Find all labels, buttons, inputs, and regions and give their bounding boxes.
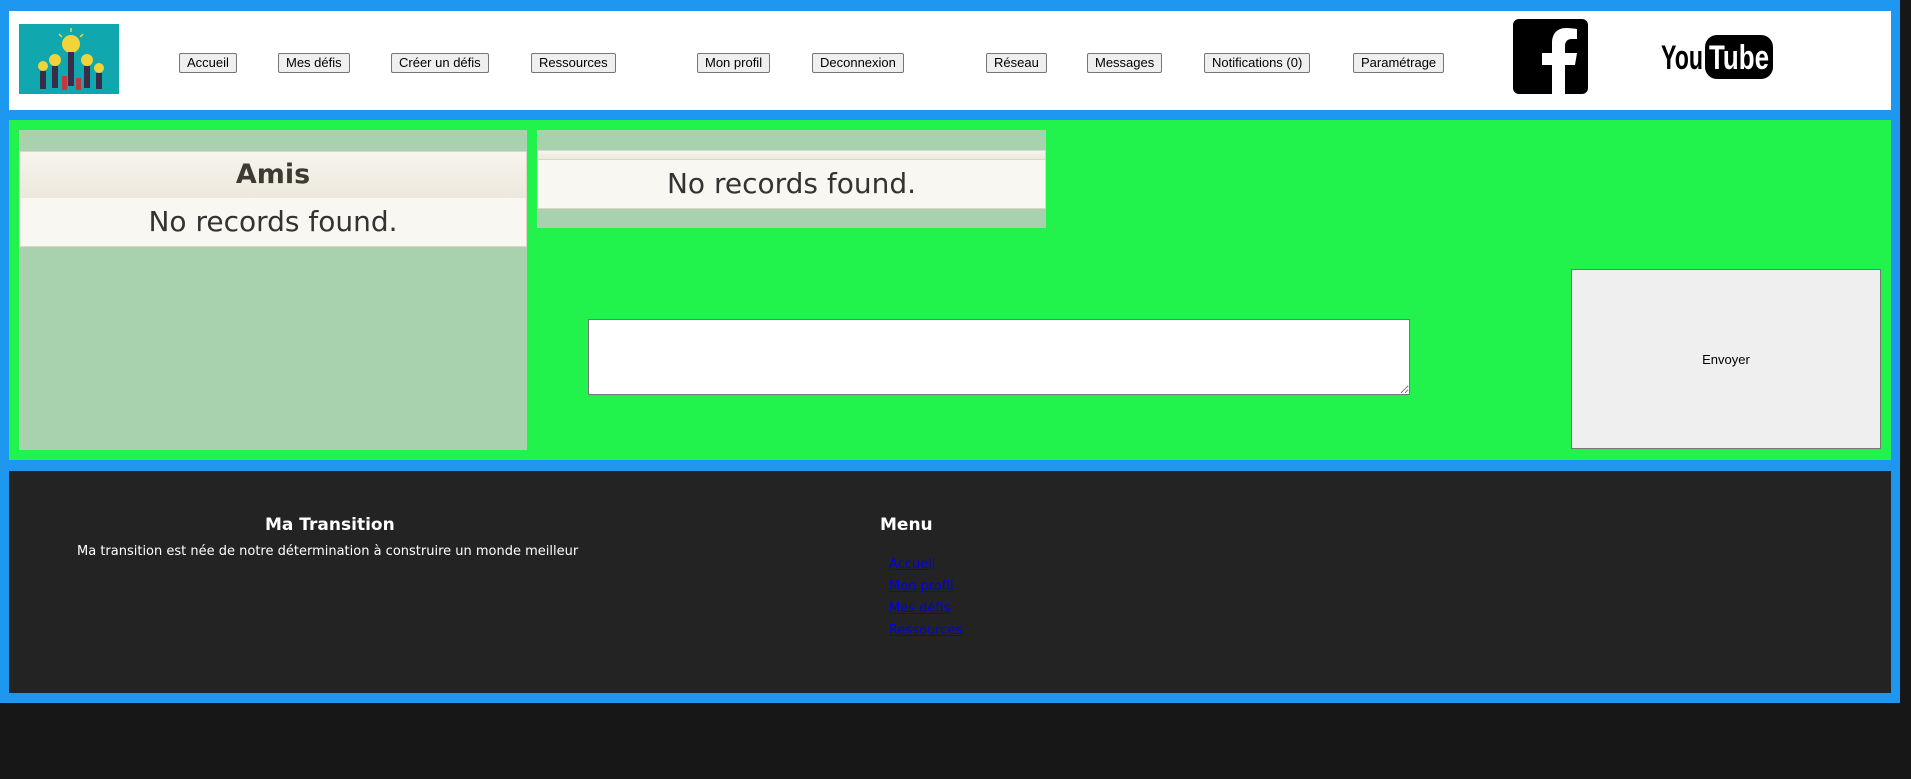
nav-parametrage-button[interactable]: Paramétrage [1353, 53, 1445, 73]
nav-mon-profil-button[interactable]: Mon profil [697, 53, 771, 73]
messages-header [537, 150, 1046, 159]
nav-accueil-button[interactable]: Accueil [179, 53, 237, 73]
friends-title: Amis [19, 151, 527, 199]
list-item: Mes défis [889, 599, 962, 621]
svg-text:Tube: Tube [1709, 39, 1769, 77]
message-input[interactable] [588, 319, 1410, 395]
footer-about-text: Ma transition est née de notre détermina… [77, 544, 579, 559]
page-frame: Accueil Mes défis Créer un défis Ressour… [0, 0, 1900, 703]
friends-panel: Amis No records found. [19, 130, 527, 450]
messages-empty-message: No records found. [537, 159, 1046, 209]
footer-link-accueil[interactable]: Accueil [889, 557, 935, 572]
list-item: Ressources [889, 621, 962, 643]
messages-panel: No records found. [537, 130, 1046, 228]
nav-messages-button[interactable]: Messages [1087, 53, 1163, 73]
footer-menu-list: Accueil Mon profil Mes défis Ressources [889, 555, 962, 643]
nav-ressources-button[interactable]: Ressources [531, 53, 616, 73]
nav-reseau-button[interactable]: Réseau [986, 53, 1047, 73]
nav-mes-defis-button[interactable]: Mes défis [278, 53, 350, 73]
footer-menu-title: Menu [880, 515, 933, 535]
footer-link-mon-profil[interactable]: Mon profil [889, 579, 954, 594]
facebook-icon[interactable] [1513, 19, 1588, 94]
footer-link-ressources[interactable]: Ressources [889, 623, 962, 638]
friends-empty-message: No records found. [19, 198, 527, 247]
lightbulb-ideas-logo[interactable] [19, 24, 119, 94]
youtube-logo[interactable]: You Tube [1661, 31, 1776, 83]
list-item: Accueil [889, 555, 962, 577]
top-navigation-bar: Accueil Mes défis Créer un défis Ressour… [9, 11, 1891, 110]
footer: Ma Transition Ma transition est née de n… [9, 471, 1891, 693]
svg-text:You: You [1661, 39, 1703, 77]
list-item: Mon profil [889, 577, 962, 599]
send-button[interactable]: Envoyer [1571, 269, 1881, 449]
nav-notifications-button[interactable]: Notifications (0) [1204, 53, 1311, 73]
nav-creer-defis-button[interactable]: Créer un défis [391, 53, 489, 73]
nav-deconnexion-button[interactable]: Deconnexion [812, 53, 904, 73]
footer-about-title: Ma Transition [265, 515, 395, 535]
main-content: Amis No records found. No records found.… [9, 120, 1891, 460]
footer-link-mes-defis[interactable]: Mes défis [889, 601, 950, 616]
